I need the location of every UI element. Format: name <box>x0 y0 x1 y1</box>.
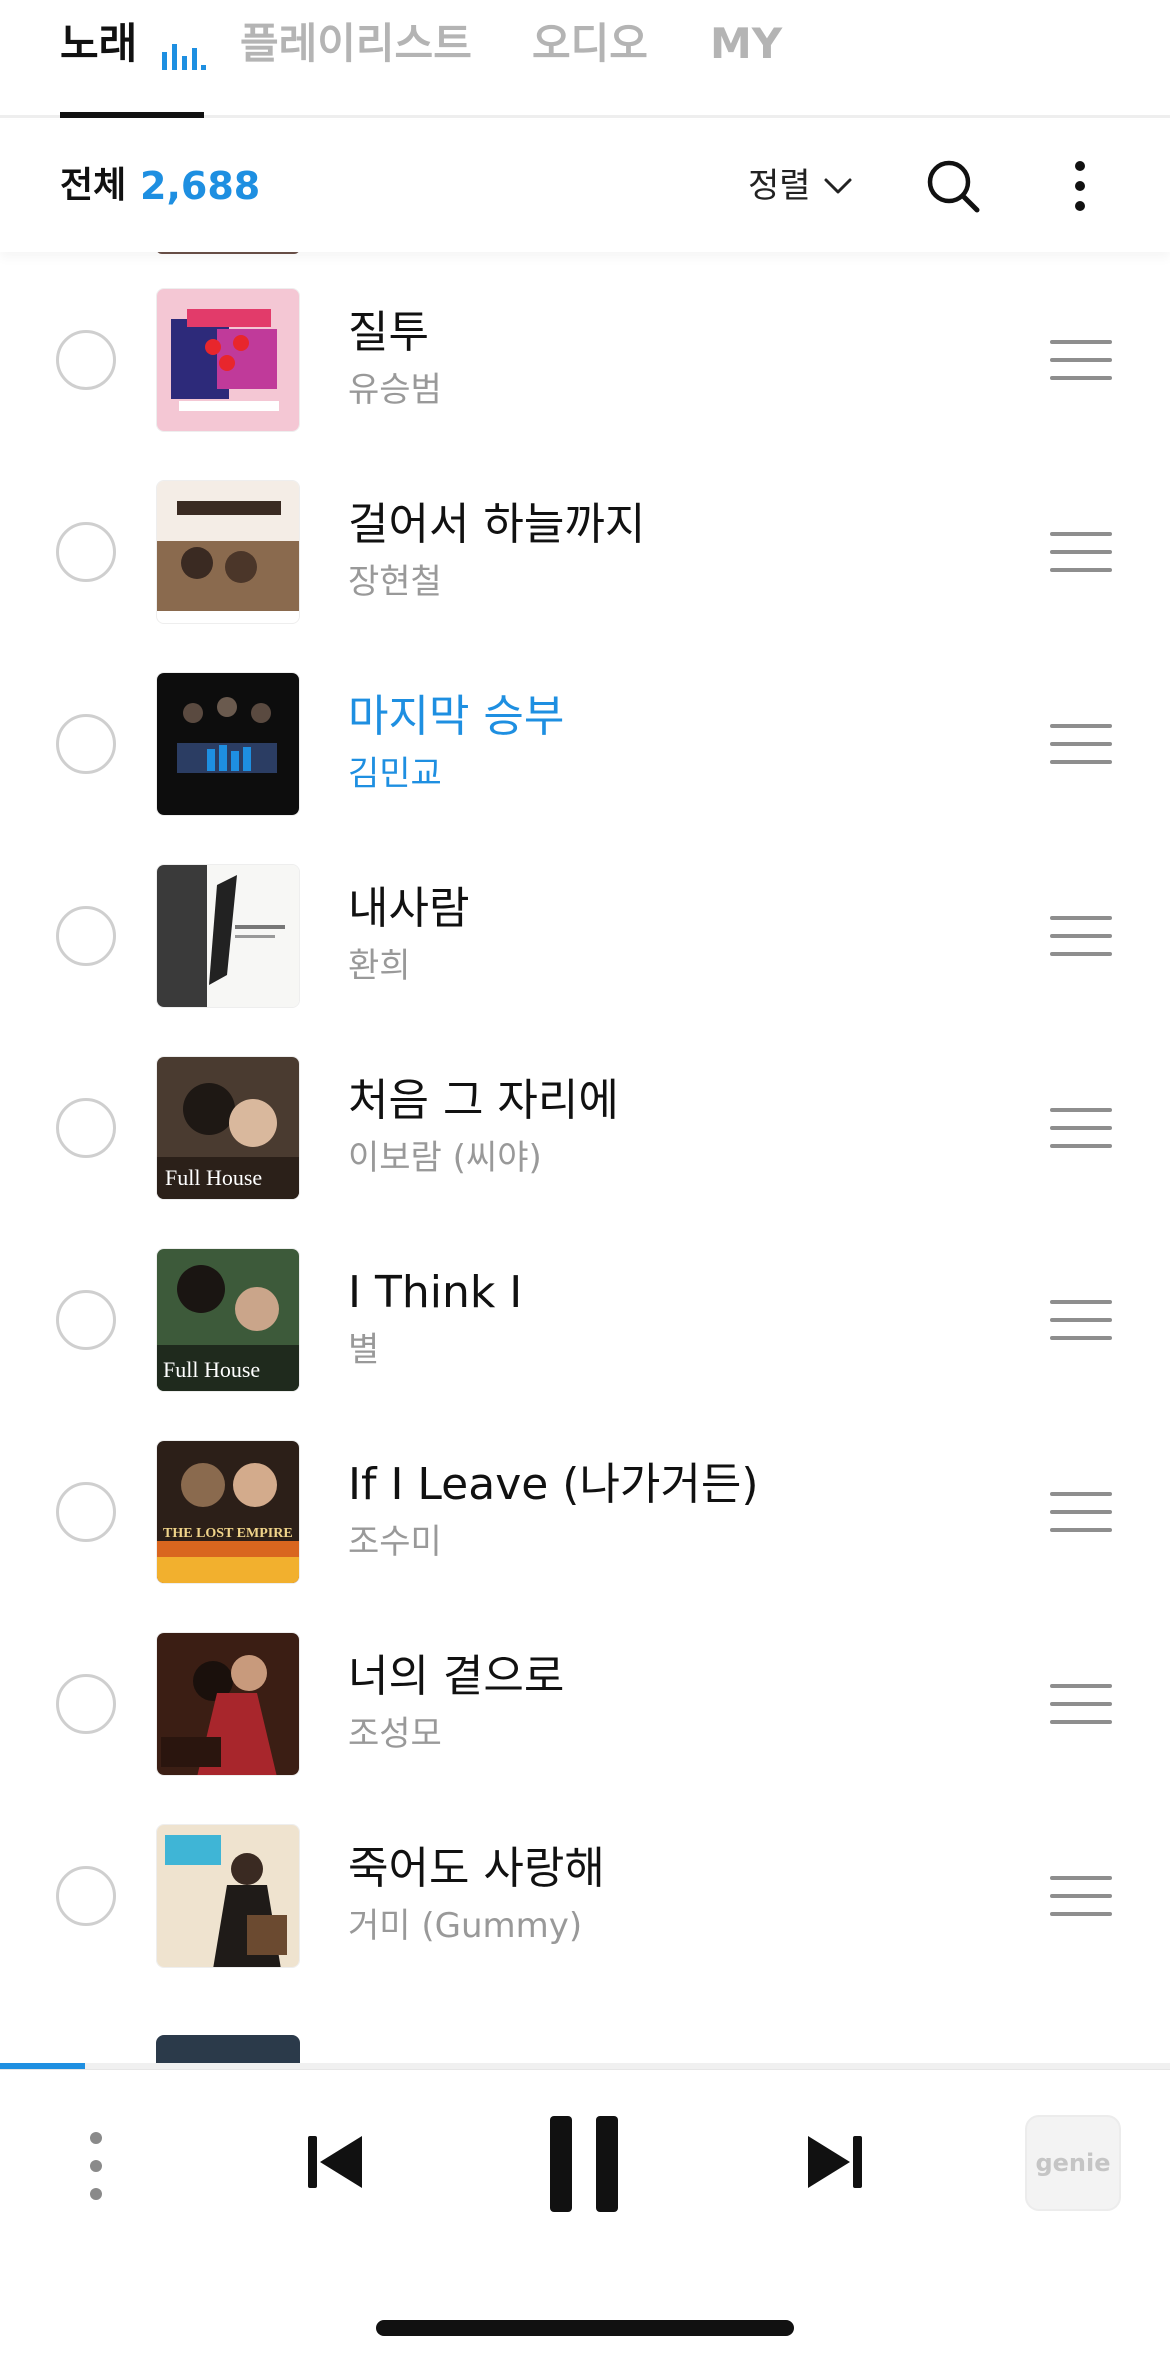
select-radio[interactable] <box>56 330 116 390</box>
total-label: 전체 <box>60 165 127 206</box>
song-list: 질투 유승범 걸어서 하늘까지 장현철 마지막 승부 김민교 내사람 환희 Fu… <box>0 252 1170 2067</box>
song-row[interactable]: Full House I Think I 별 <box>0 1224 1170 1416</box>
song-row[interactable]: THE LOST EMPIRE If I Leave (나가거든) 조수미 <box>0 1416 1170 1608</box>
album-cover: THE LOST EMPIRE <box>156 1440 300 1584</box>
song-row[interactable]: 걸어서 하늘까지 장현철 <box>0 456 1170 648</box>
tab-playlist[interactable]: 플레이리스트 <box>240 14 472 74</box>
album-cover <box>156 1824 300 1968</box>
select-radio[interactable] <box>56 906 116 966</box>
next-icon[interactable] <box>806 2132 864 2192</box>
active-tab-indicator <box>60 112 204 118</box>
select-radio[interactable] <box>56 1866 116 1926</box>
song-artist: 김민교 <box>348 754 442 794</box>
drag-handle-icon[interactable] <box>1050 724 1112 764</box>
song-title: If I Leave (나가거든) <box>348 1459 759 1510</box>
tab-songs[interactable]: 노래 <box>60 14 137 74</box>
sort-button[interactable]: 정렬 <box>748 160 853 212</box>
song-row[interactable]: 죽어도 사랑해 거미 (Gummy) <box>0 1800 1170 1992</box>
previous-icon[interactable] <box>306 2132 364 2192</box>
drag-handle-icon[interactable] <box>1050 916 1112 956</box>
select-radio[interactable] <box>56 1482 116 1542</box>
drag-handle-icon[interactable] <box>1050 1492 1112 1532</box>
song-row[interactable]: 내사람 환희 <box>0 840 1170 1032</box>
song-title: I Think I <box>348 1267 523 1318</box>
song-row[interactable]: Full House 처음 그 자리에 이보람 (씨야) <box>0 1032 1170 1224</box>
select-radio[interactable] <box>56 1290 116 1350</box>
home-indicator <box>376 2320 794 2336</box>
song-title: 너의 곁으로 <box>348 1651 565 1702</box>
drag-handle-icon[interactable] <box>1050 1300 1112 1340</box>
album-cover <box>156 864 300 1008</box>
chevron-down-icon <box>824 178 852 194</box>
album-cover <box>156 1632 300 1776</box>
select-radio[interactable] <box>56 1674 116 1734</box>
album-cover <box>156 480 300 624</box>
song-title: 내사람 <box>348 883 470 934</box>
drag-handle-icon[interactable] <box>1050 532 1112 572</box>
song-artist: 환희 <box>348 946 411 986</box>
tab-audio[interactable]: 오디오 <box>532 14 648 74</box>
song-row[interactable]: 너의 곁으로 조성모 <box>0 1608 1170 1800</box>
more-vertical-icon[interactable] <box>1060 158 1100 214</box>
drag-handle-icon[interactable] <box>1050 1876 1112 1916</box>
mini-player: genie <box>0 2069 1170 2361</box>
search-icon[interactable] <box>925 158 981 214</box>
album-cover-text: Full House <box>163 1357 260 1382</box>
tab-my[interactable]: MY <box>710 14 782 74</box>
album-cover <box>156 288 300 432</box>
song-artist: 거미 (Gummy) <box>348 1906 583 1946</box>
album-cover: Full House <box>156 1248 300 1392</box>
album-cover-text: Full House <box>165 1165 262 1190</box>
song-artist: 별 <box>348 1330 380 1370</box>
song-artist: 조성모 <box>348 1714 442 1754</box>
select-radio[interactable] <box>56 714 116 774</box>
song-title: 죽어도 사랑해 <box>348 1843 605 1894</box>
partial-album-cover <box>156 252 300 254</box>
song-row[interactable]: 질투 유승범 <box>0 264 1170 456</box>
drag-handle-icon[interactable] <box>1050 1108 1112 1148</box>
drag-handle-icon[interactable] <box>1050 340 1112 380</box>
drag-handle-icon[interactable] <box>1050 1684 1112 1724</box>
album-cover: Full House <box>156 1056 300 1200</box>
song-row-playing[interactable]: 마지막 승부 김민교 <box>0 648 1170 840</box>
album-cover-text: THE LOST EMPIRE <box>163 1526 293 1541</box>
list-header: 전체 2,688 정렬 <box>0 120 1170 252</box>
select-radio[interactable] <box>56 522 116 582</box>
song-title: 처음 그 자리에 <box>348 1075 619 1126</box>
genie-logo-button[interactable]: genie <box>1025 2115 1121 2211</box>
song-artist: 이보람 (씨야) <box>348 1138 542 1178</box>
album-cover <box>156 672 300 816</box>
pause-icon[interactable] <box>548 2114 620 2214</box>
sort-label: 정렬 <box>748 166 811 206</box>
more-vertical-icon[interactable] <box>84 2126 108 2206</box>
song-title: 질투 <box>348 307 429 358</box>
select-radio[interactable] <box>56 1098 116 1158</box>
song-title: 마지막 승부 <box>348 691 565 742</box>
song-artist: 조수미 <box>348 1522 442 1562</box>
equalizer-icon <box>162 44 206 70</box>
song-artist: 장현철 <box>348 562 442 602</box>
song-title: 걸어서 하늘까지 <box>348 499 646 550</box>
total-count: 2,688 <box>140 164 261 208</box>
song-artist: 유승범 <box>348 370 442 410</box>
top-tab-bar: 노래 플레이리스트 오디오 MY <box>0 0 1170 118</box>
